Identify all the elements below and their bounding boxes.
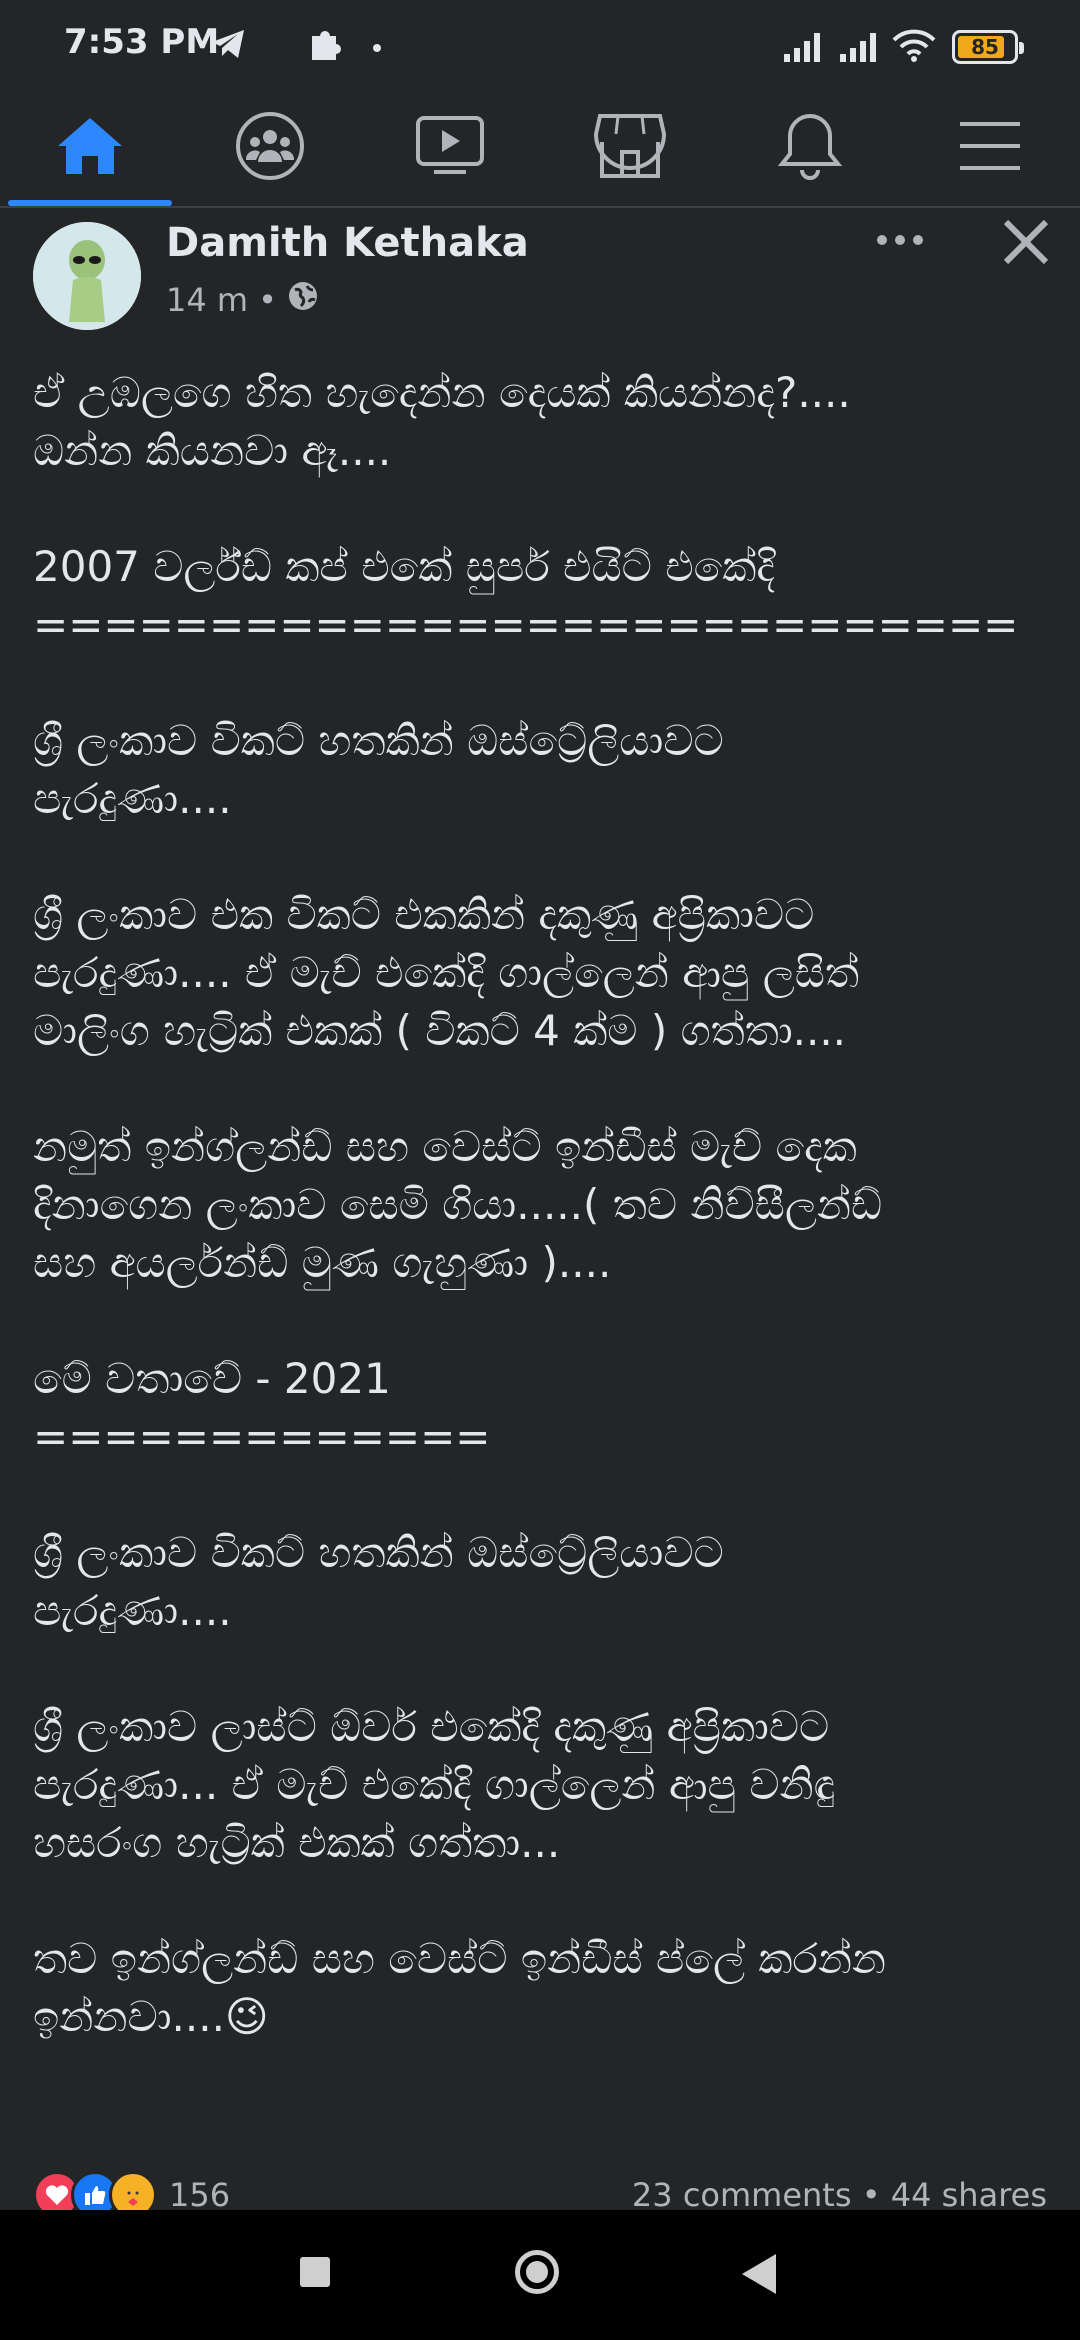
comments-count[interactable]: 23 comments (632, 2176, 852, 2214)
post-time[interactable]: 14 m (166, 281, 248, 319)
groups-icon (234, 110, 306, 186)
tab-notifications[interactable] (720, 90, 900, 206)
home-icon (56, 116, 124, 180)
back-button[interactable] (742, 2254, 776, 2294)
post-paragraph: මේ වතාවේ - 2021 ============= (33, 1354, 491, 1461)
globe-icon (287, 280, 319, 320)
battery-icon: 85 (952, 30, 1024, 64)
tab-menu[interactable] (900, 90, 1080, 206)
post-paragraph: තව ඉන්ග්ලන්ඩ් සහ වෙස්ට් ඉන්ඩීස් ප්ලේ කරන… (33, 1934, 887, 2041)
post-author-name[interactable]: Damith Kethaka (166, 220, 529, 266)
post-paragraph: නමුත් ඉන්ග්ලන්ඩ් සහ වෙස්ට් ඉන්ඩීස් මැච් … (33, 1122, 883, 1287)
wifi-icon (892, 28, 936, 66)
bell-icon (777, 112, 843, 184)
close-icon (998, 219, 1054, 274)
post-paragraph: ශ්‍රී ලංකාව ලාස්ට් ඕවර් එකේදි දකුණු අප්‍… (33, 1702, 836, 1867)
recents-button[interactable] (300, 2257, 330, 2287)
close-post-button[interactable] (998, 214, 1054, 270)
post-paragraph: 2007 වර්ල්ඩ් කප් එකේ සුපර් එයිට් එකේදි =… (33, 542, 1019, 649)
menu-icon (958, 120, 1022, 176)
puzzle-icon (308, 28, 342, 66)
signal-icon (782, 30, 826, 66)
home-button[interactable] (515, 2250, 559, 2294)
post-text: ඒ උඹලගෙ හිත හැදෙන්න දෙයක් කියන්නද?.... ඔ… (33, 364, 1053, 2046)
more-options-button[interactable] (870, 220, 930, 260)
system-nav-bar (0, 2210, 1080, 2340)
tab-marketplace[interactable] (540, 90, 720, 206)
notification-dot-icon (373, 44, 381, 52)
post-paragraph: ශ්‍රී ලංකාව විකට් හතකින් ඔස්ට්‍රේලියාවට … (33, 1528, 724, 1635)
battery-level: 85 (971, 35, 999, 59)
tab-groups[interactable] (180, 90, 360, 206)
signal-icon (838, 30, 882, 66)
tab-home[interactable] (0, 90, 180, 206)
status-bar: 7:53 PM 85 (0, 0, 1080, 90)
reaction-count[interactable]: 156 (169, 2176, 230, 2214)
post-meta: 14 m • (166, 280, 319, 320)
post-paragraph: ඒ උඹලගෙ හිත හැදෙන්න දෙයක් කියන්නද?.... ඔ… (33, 368, 851, 475)
post-paragraph: ශ්‍රී ලංකාව විකට් හතකින් ඔස්ට්‍රේලියාවට … (33, 716, 724, 823)
stats-separator: • (861, 2176, 881, 2214)
top-nav (0, 90, 1080, 208)
post-paragraph: ශ්‍රී ලංකාව එක විකට් එකකින් දකුණු අප්‍රි… (33, 890, 860, 1055)
status-time: 7:53 PM (64, 22, 220, 62)
active-tab-indicator (8, 200, 172, 206)
avatar[interactable] (33, 222, 141, 330)
shares-count[interactable]: 44 shares (891, 2176, 1047, 2214)
tab-watch[interactable] (360, 90, 540, 206)
marketplace-icon (593, 112, 667, 184)
watch-icon (414, 114, 486, 182)
post-stats: 23 comments • 44 shares (632, 2176, 1047, 2214)
meta-separator: • (258, 281, 277, 319)
telegram-icon (210, 28, 246, 64)
